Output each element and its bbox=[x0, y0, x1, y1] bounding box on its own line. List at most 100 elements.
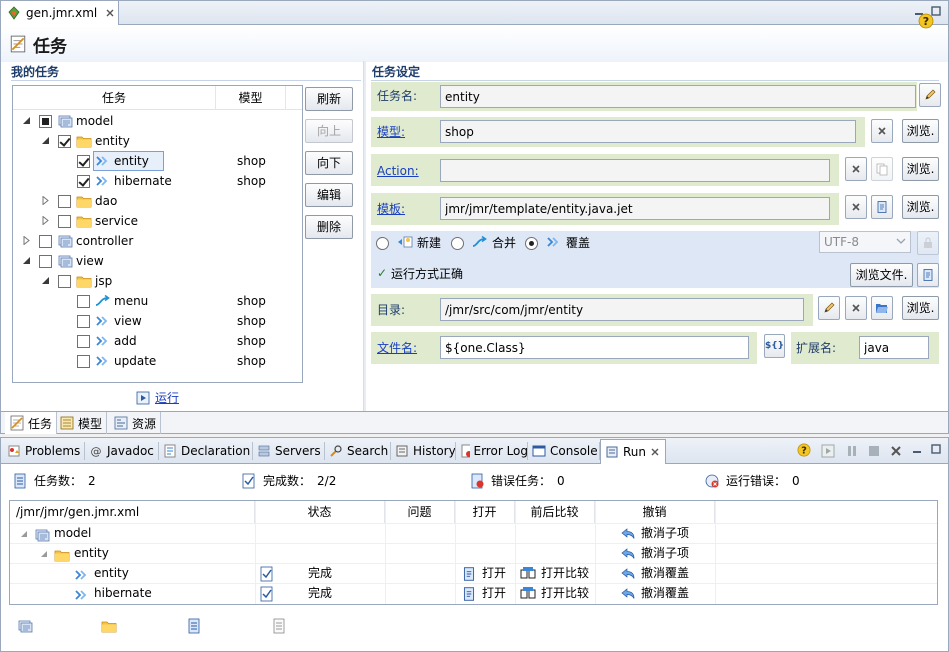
browse-action-button[interactable]: 浏览. bbox=[902, 157, 939, 181]
column-header-path[interactable]: /jmr/jmr/gen.jmr.xml bbox=[10, 501, 255, 523]
table-row[interactable]: hibernate 完成 打开 打开比较 撤消覆盖 bbox=[10, 583, 937, 603]
folder-icon[interactable] bbox=[101, 618, 117, 634]
open-output-button[interactable] bbox=[917, 263, 939, 287]
clear-action-button[interactable] bbox=[845, 157, 867, 181]
delete-button[interactable]: 删除 bbox=[305, 215, 353, 239]
help-icon[interactable] bbox=[918, 13, 934, 29]
view-tab-javadoc[interactable]: @ Javadoc bbox=[85, 439, 159, 463]
mode-new-radio[interactable] bbox=[376, 237, 389, 250]
document-icon[interactable] bbox=[271, 618, 287, 634]
column-header-undo[interactable]: 撤销 bbox=[595, 501, 715, 523]
collapsed-twistie-icon[interactable] bbox=[41, 196, 50, 205]
action-field[interactable] bbox=[440, 159, 830, 182]
insert-variable-button[interactable]: ${} bbox=[764, 334, 785, 358]
filename-field[interactable] bbox=[440, 336, 749, 359]
column-header-issue[interactable]: 问题 bbox=[385, 501, 455, 523]
copy-action-button[interactable] bbox=[871, 157, 893, 181]
column-header-task[interactable]: 任务 bbox=[13, 86, 216, 110]
browse-directory-button[interactable]: 浏览. bbox=[902, 296, 939, 320]
view-tab-search[interactable]: Search bbox=[325, 439, 391, 463]
open-template-button[interactable] bbox=[871, 195, 893, 219]
tree-node[interactable]: entity shop bbox=[13, 151, 302, 171]
expanded-twistie-icon[interactable] bbox=[40, 550, 48, 558]
refresh-button[interactable]: 刷新 bbox=[305, 87, 353, 111]
tree-node-checkbox[interactable] bbox=[39, 115, 52, 128]
move-down-button[interactable]: 向下 bbox=[305, 151, 353, 175]
collapsed-twistie-icon[interactable] bbox=[22, 236, 31, 245]
page-tab-task[interactable]: 任务 bbox=[5, 412, 58, 434]
extension-field[interactable] bbox=[859, 336, 929, 359]
editor-tab-gen-jmr-xml[interactable]: gen.jmr.xml bbox=[1, 1, 119, 25]
tree-node-checkbox[interactable] bbox=[39, 235, 52, 248]
tree-node-checkbox[interactable] bbox=[77, 335, 90, 348]
pause-icon[interactable] bbox=[845, 444, 859, 458]
filename-link[interactable]: 文件名: bbox=[377, 340, 417, 356]
pane-splitter[interactable] bbox=[363, 61, 366, 411]
mode-merge-radio[interactable] bbox=[451, 237, 464, 250]
view-tab-declaration[interactable]: Declaration bbox=[159, 439, 253, 463]
run-link-group[interactable]: 运行 bbox=[136, 389, 179, 406]
tree-node-checkbox[interactable] bbox=[77, 295, 90, 308]
stop-icon[interactable] bbox=[867, 444, 881, 458]
close-icon[interactable] bbox=[650, 447, 660, 457]
result-compare-link[interactable]: 打开比较 bbox=[541, 564, 589, 584]
tree-node-checkbox[interactable] bbox=[39, 255, 52, 268]
expanded-twistie-icon[interactable] bbox=[41, 276, 50, 285]
result-compare-link[interactable]: 打开比较 bbox=[541, 584, 589, 604]
model-link[interactable]: 模型: bbox=[377, 124, 405, 140]
task-tree[interactable]: 任务 模型 model entity entity shop hibernate shop… bbox=[12, 85, 303, 383]
view-tab-problems[interactable]: Problems bbox=[3, 439, 85, 463]
expanded-twistie-icon[interactable] bbox=[22, 116, 31, 125]
page-tab-model[interactable]: 模型 bbox=[55, 412, 108, 434]
table-row[interactable]: model 撤消子项 bbox=[10, 523, 937, 543]
results-table[interactable]: /jmr/jmr/gen.jmr.xml 状态 问题 打开 前后比较 撤销 mo… bbox=[9, 500, 938, 605]
column-header-status[interactable]: 状态 bbox=[255, 501, 385, 523]
tree-node[interactable]: entity bbox=[13, 131, 302, 151]
tree-node-checkbox[interactable] bbox=[58, 135, 71, 148]
help-icon[interactable] bbox=[797, 443, 811, 457]
view-tab-history[interactable]: History bbox=[391, 439, 456, 463]
page-tab-resource[interactable]: 资源 bbox=[109, 412, 162, 434]
rerun-icon[interactable] bbox=[821, 444, 835, 458]
expanded-twistie-icon[interactable] bbox=[41, 136, 50, 145]
mode-overwrite-radio[interactable] bbox=[525, 237, 538, 250]
tree-node[interactable]: jsp bbox=[13, 271, 302, 291]
collapsed-twistie-icon[interactable] bbox=[41, 216, 50, 225]
tree-node-checkbox[interactable] bbox=[77, 315, 90, 328]
browse-files-button[interactable]: 浏览文件. bbox=[850, 263, 913, 287]
result-undo-link[interactable]: 撤消子项 bbox=[641, 544, 689, 564]
rename-task-button[interactable] bbox=[919, 83, 941, 107]
tree-node[interactable]: update shop bbox=[13, 351, 302, 371]
tree-node-checkbox[interactable] bbox=[58, 275, 71, 288]
view-tab-servers[interactable]: Servers bbox=[253, 439, 325, 463]
tree-node[interactable]: view shop bbox=[13, 311, 302, 331]
tree-node[interactable]: add shop bbox=[13, 331, 302, 351]
browse-model-button[interactable]: 浏览. bbox=[902, 119, 939, 143]
clear-model-button[interactable] bbox=[871, 119, 893, 143]
column-header-open[interactable]: 打开 bbox=[455, 501, 515, 523]
tree-node[interactable]: model bbox=[13, 111, 302, 131]
action-link[interactable]: Action: bbox=[377, 163, 419, 179]
tree-node[interactable]: controller bbox=[13, 231, 302, 251]
table-row[interactable]: entity 完成 打开 打开比较 撤消覆盖 bbox=[10, 563, 937, 583]
model-field[interactable] bbox=[440, 120, 856, 143]
tree-node[interactable]: hibernate shop bbox=[13, 171, 302, 191]
minimize-icon[interactable] bbox=[911, 443, 925, 457]
column-header-compare[interactable]: 前后比较 bbox=[515, 501, 595, 523]
result-open-link[interactable]: 打开 bbox=[482, 584, 506, 604]
expanded-twistie-icon[interactable] bbox=[22, 256, 31, 265]
clear-template-button[interactable] bbox=[845, 195, 867, 219]
move-up-button[interactable]: 向上 bbox=[305, 119, 353, 143]
close-icon[interactable] bbox=[105, 8, 115, 18]
tree-node-checkbox[interactable] bbox=[77, 155, 90, 168]
tree-node[interactable]: service bbox=[13, 211, 302, 231]
task-list-icon[interactable] bbox=[186, 618, 202, 634]
result-undo-link[interactable]: 撤消覆盖 bbox=[641, 584, 689, 604]
encoding-combo[interactable]: UTF-8 bbox=[819, 231, 911, 253]
view-tab-run[interactable]: Run bbox=[600, 439, 666, 464]
tree-node-checkbox[interactable] bbox=[58, 215, 71, 228]
expanded-twistie-icon[interactable] bbox=[20, 530, 28, 538]
column-header-model[interactable]: 模型 bbox=[216, 86, 286, 110]
result-open-link[interactable]: 打开 bbox=[482, 564, 506, 584]
encoding-lock-button[interactable] bbox=[917, 231, 939, 255]
